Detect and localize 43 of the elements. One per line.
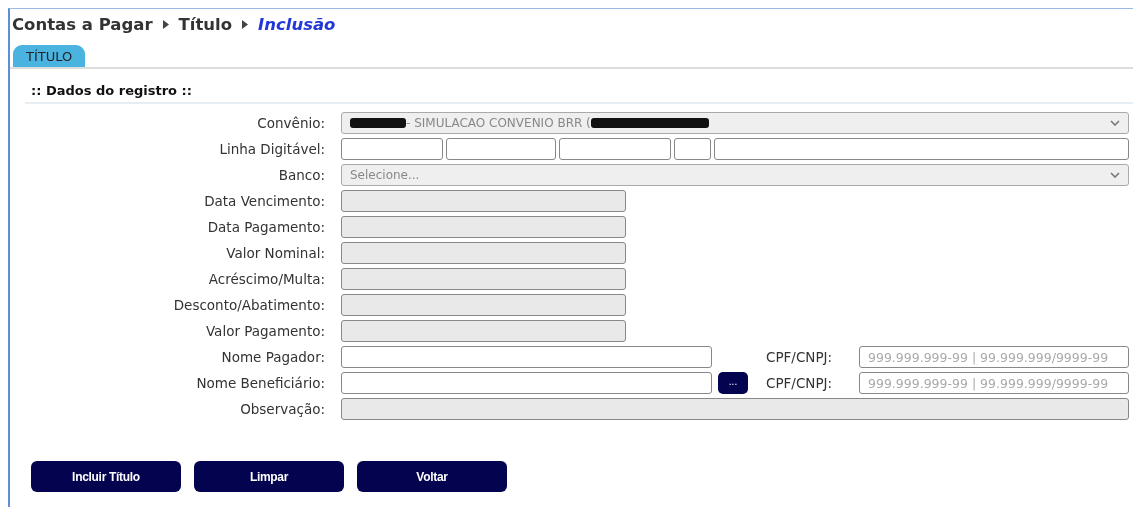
field-label: Convênio: bbox=[256, 115, 326, 131]
input-field[interactable] bbox=[341, 294, 626, 316]
field-label: Valor Nominal: bbox=[225, 245, 326, 261]
field-label: Banco: bbox=[277, 167, 326, 183]
action-button[interactable]: Incluir Título bbox=[31, 461, 181, 492]
tab[interactable]: TÍTULO bbox=[13, 45, 86, 67]
field-label: CPF/CNPJ: bbox=[766, 349, 834, 365]
triangle-right-icon bbox=[242, 19, 249, 29]
input-field[interactable] bbox=[341, 216, 626, 238]
field-label: Linha Digitável: bbox=[218, 141, 326, 157]
breadcrumb-link[interactable]: Título bbox=[178, 14, 233, 34]
field-label: Acréscimo/Multa: bbox=[207, 271, 326, 287]
chevron-down-icon bbox=[1110, 120, 1120, 126]
field-label: Valor Pagamento: bbox=[204, 323, 326, 339]
lookup-button[interactable]: ... bbox=[718, 372, 748, 394]
field-label: CPF/CNPJ: bbox=[766, 375, 834, 391]
input-field[interactable] bbox=[674, 138, 711, 160]
input-field[interactable] bbox=[341, 190, 626, 212]
triangle-right-icon bbox=[162, 19, 169, 29]
breadcrumb-link[interactable]: Contas a Pagar bbox=[12, 14, 153, 34]
input-field[interactable] bbox=[341, 242, 626, 264]
action-button[interactable]: Limpar bbox=[194, 461, 344, 492]
select-placeholder: Selecione... bbox=[350, 168, 420, 182]
current-page-title: Inclusão bbox=[258, 14, 336, 34]
field-label: Data Vencimento: bbox=[203, 193, 326, 209]
input-field[interactable] bbox=[341, 268, 626, 290]
input-field[interactable] bbox=[559, 138, 671, 160]
field-label: Data Pagamento: bbox=[206, 219, 326, 235]
select-value: - SIMULACAO CONVENIO BRR ( bbox=[406, 116, 591, 130]
field-label: Desconto/Abatimento: bbox=[172, 297, 326, 313]
input-field[interactable] bbox=[341, 346, 712, 368]
section-title: :: Dados do registro :: bbox=[25, 79, 1133, 104]
field-label: Observação: bbox=[239, 401, 326, 417]
input-field[interactable] bbox=[341, 138, 443, 160]
field-label: Nome Pagador: bbox=[220, 349, 326, 365]
input-field[interactable] bbox=[341, 398, 1129, 420]
field-label: Nome Beneficiário: bbox=[195, 375, 326, 391]
input-field[interactable] bbox=[714, 138, 1129, 160]
chevron-down-icon bbox=[1110, 172, 1120, 178]
input-field[interactable] bbox=[446, 138, 556, 160]
input-field[interactable] bbox=[341, 372, 712, 394]
input-field[interactable] bbox=[341, 320, 626, 342]
action-button[interactable]: Voltar bbox=[357, 461, 507, 492]
